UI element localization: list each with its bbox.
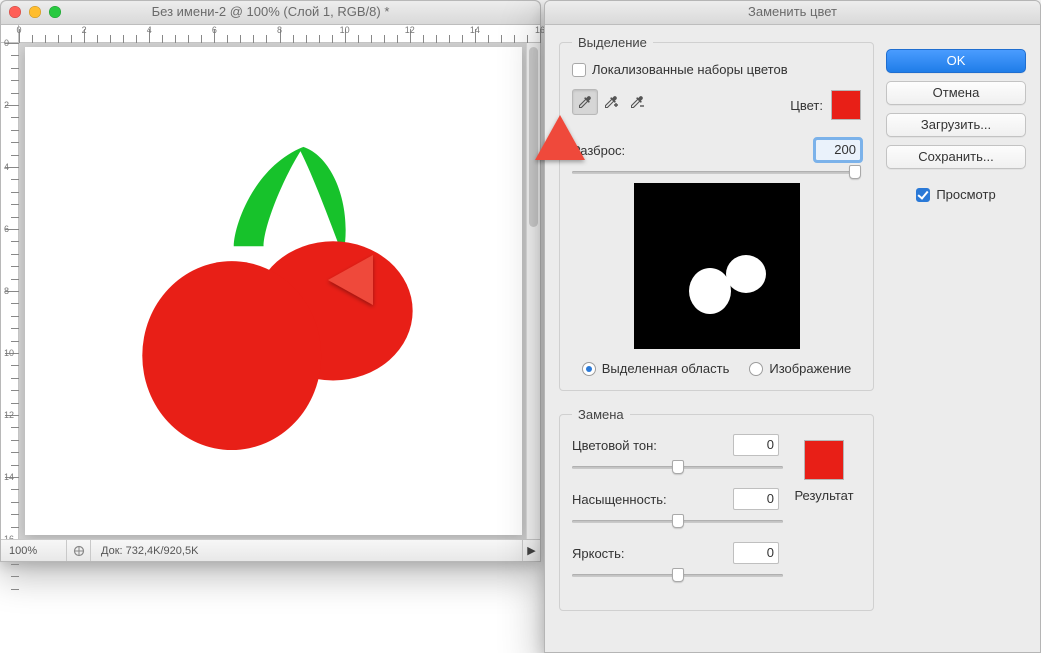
sat-slider[interactable] <box>572 512 783 530</box>
dialog-button-column: OK Отмена Загрузить... Сохранить... Прос… <box>886 35 1026 652</box>
result-color-swatch[interactable] <box>804 440 844 480</box>
radio-selection[interactable]: Выделенная область <box>582 361 730 376</box>
localized-label: Локализованные наборы цветов <box>592 62 788 77</box>
document-window: Без имени-2 @ 100% (Слой 1, RGB/8) * 024… <box>0 0 541 562</box>
light-label: Яркость: <box>572 546 682 561</box>
canvas[interactable] <box>25 47 522 535</box>
result-label: Результат <box>789 488 859 503</box>
radio-image-label: Изображение <box>769 361 851 376</box>
load-button[interactable]: Загрузить... <box>886 113 1026 137</box>
ok-button[interactable]: OK <box>886 49 1026 73</box>
fuzziness-input[interactable]: 200 <box>815 139 861 161</box>
doc-size: Док: 732,4K/920,5K <box>91 545 208 557</box>
fuzziness-slider[interactable] <box>572 163 861 181</box>
replace-group: Замена Цветовой тон: 0 Насыщенность: 0 Я… <box>559 407 874 611</box>
radio-selection-label: Выделенная область <box>602 361 730 376</box>
sat-label: Насыщенность: <box>572 492 682 507</box>
replace-legend: Замена <box>572 407 630 422</box>
minimize-icon[interactable] <box>29 6 41 18</box>
eyedropper-toolbar <box>572 89 650 115</box>
cancel-button[interactable]: Отмена <box>886 81 1026 105</box>
eyedropper-add-button[interactable] <box>598 89 624 115</box>
light-slider[interactable] <box>572 566 783 584</box>
zoom-icon[interactable] <box>49 6 61 18</box>
checkbox-icon[interactable] <box>572 63 586 77</box>
canvas-area <box>19 43 526 539</box>
dialog-title[interactable]: Заменить цвет <box>545 1 1040 25</box>
eyedropper-button[interactable] <box>572 89 598 115</box>
window-controls <box>9 6 61 18</box>
preview-checkbox[interactable]: Просмотр <box>886 187 1026 202</box>
zoom-field[interactable]: 100% <box>1 540 67 561</box>
sat-input[interactable]: 0 <box>733 488 779 510</box>
localized-checkbox-row[interactable]: Локализованные наборы цветов <box>572 62 861 77</box>
radio-image[interactable]: Изображение <box>749 361 851 376</box>
replace-color-dialog: Заменить цвет Выделение Локализованные н… <box>544 0 1041 653</box>
light-input[interactable]: 0 <box>733 542 779 564</box>
statusbar-menu-arrow-icon[interactable]: ▶ <box>522 540 540 561</box>
fuzziness-label: Разброс: <box>572 143 625 158</box>
eyedropper-subtract-button[interactable] <box>624 89 650 115</box>
scrollbar-thumb[interactable] <box>529 47 538 227</box>
doc-statusbar: 100% Док: 732,4K/920,5K ▶ <box>1 539 540 561</box>
hue-input[interactable]: 0 <box>733 434 779 456</box>
checkbox-icon <box>916 188 930 202</box>
selection-legend: Выделение <box>572 35 653 50</box>
selection-group: Выделение Локализованные наборы цветов <box>559 35 874 391</box>
save-button[interactable]: Сохранить... <box>886 145 1026 169</box>
statusbar-nav-icon[interactable] <box>67 540 91 561</box>
hue-slider[interactable] <box>572 458 783 476</box>
radio-icon <box>582 362 596 376</box>
doc-titlebar[interactable]: Без имени-2 @ 100% (Слой 1, RGB/8) * <box>1 1 540 25</box>
preview-label: Просмотр <box>936 187 995 202</box>
close-icon[interactable] <box>9 6 21 18</box>
radio-icon <box>749 362 763 376</box>
selection-preview <box>634 183 800 349</box>
vertical-scrollbar[interactable] <box>526 43 540 539</box>
selection-color-swatch[interactable] <box>831 90 861 120</box>
ruler-vertical[interactable]: 0246810121416 <box>1 43 19 539</box>
canvas-artwork <box>25 47 522 535</box>
doc-title: Без имени-2 @ 100% (Слой 1, RGB/8) * <box>152 4 390 19</box>
zoom-value: 100% <box>9 545 37 557</box>
color-label: Цвет: <box>790 98 823 113</box>
hue-label: Цветовой тон: <box>572 438 682 453</box>
ruler-horizontal[interactable]: 0246810121416 <box>19 25 540 43</box>
